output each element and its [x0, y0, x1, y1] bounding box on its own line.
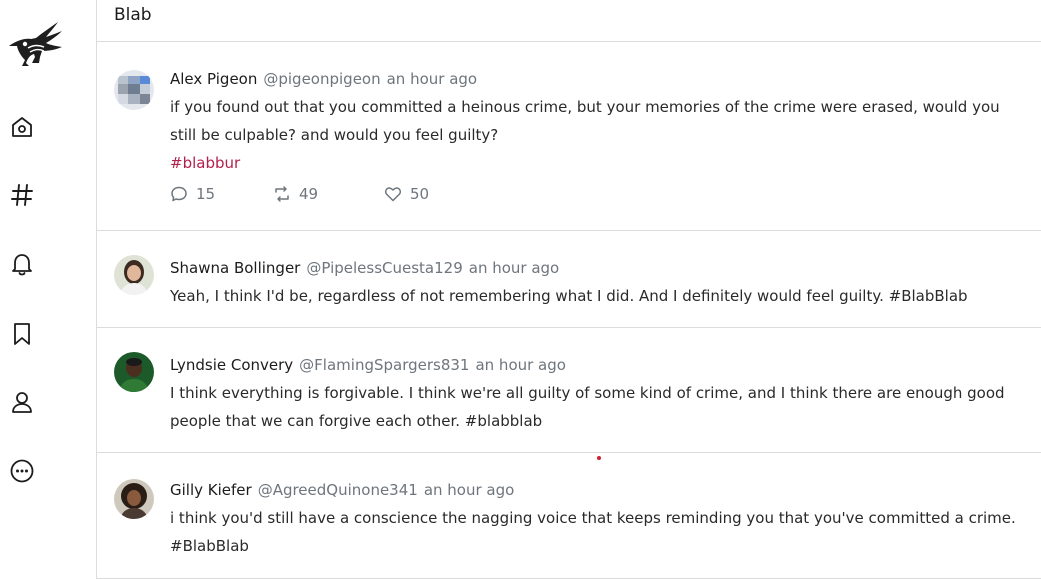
main-feed: Blab Alex Pigeon @pigeonpigeon an hour ago…: [97, 0, 1041, 579]
home-icon: [12, 117, 32, 137]
post-meta: Lyndsie Convery @FlamingSpargers831 an hou…: [170, 354, 1021, 376]
post-item[interactable]: Shawna Bollinger @PipelessCuesta129 an hou…: [97, 231, 1041, 328]
timestamp[interactable]: an hour ago: [469, 259, 559, 277]
reply-count: 15: [196, 185, 216, 203]
author-handle[interactable]: @AgreedQuinone341: [258, 481, 418, 499]
more-icon: [10, 459, 34, 483]
hashtag-icon: [11, 184, 33, 206]
post-text: i think you'd still have a conscience th…: [170, 509, 1016, 555]
avatar[interactable]: [114, 352, 154, 392]
author-name[interactable]: Gilly Kiefer: [170, 481, 252, 499]
bookmark-icon: [14, 323, 30, 345]
reply-button[interactable]: 15: [170, 185, 273, 203]
nav-notifications[interactable]: [7, 249, 37, 279]
author-handle[interactable]: @FlamingSpargers831: [299, 356, 469, 374]
author-handle[interactable]: @PipelessCuesta129: [306, 259, 462, 277]
post-actions: 15 49 50: [170, 185, 1021, 203]
post-content: Gilly Kiefer @AgreedQuinone341 an hour ago…: [170, 479, 1021, 560]
post-meta: Gilly Kiefer @AgreedQuinone341 an hour ago: [170, 479, 1021, 501]
timestamp[interactable]: an hour ago: [387, 70, 477, 88]
nav-home[interactable]: [7, 112, 37, 142]
nav-profile[interactable]: [7, 387, 37, 417]
post-content: Shawna Bollinger @PipelessCuesta129 an hou…: [170, 257, 1021, 310]
post-content: Lyndsie Convery @FlamingSpargers831 an hou…: [170, 354, 1021, 435]
reply-icon: [171, 186, 187, 202]
heart-icon: [384, 187, 402, 202]
page-title: Blab: [114, 5, 152, 25]
nav-explore[interactable]: [7, 180, 37, 210]
author-name[interactable]: Shawna Bollinger: [170, 259, 300, 277]
post-item[interactable]: Lyndsie Convery @FlamingSpargers831 an hou…: [97, 328, 1041, 453]
like-button[interactable]: 50: [384, 185, 429, 203]
post-meta: Alex Pigeon @pigeonpigeon an hour ago: [170, 68, 1021, 90]
avatar[interactable]: [114, 70, 154, 110]
timestamp[interactable]: an hour ago: [424, 481, 514, 499]
nav-bookmarks[interactable]: [7, 319, 37, 349]
like-count: 50: [410, 185, 430, 203]
header: Blab: [97, 0, 1041, 42]
user-icon: [12, 392, 32, 413]
author-name[interactable]: Lyndsie Convery: [170, 356, 293, 374]
hashtag-link[interactable]: #blabbur: [170, 149, 1021, 177]
post-item[interactable]: Alex Pigeon @pigeonpigeon an hour ago if y…: [97, 42, 1041, 231]
post-text: if you found out that you committed a he…: [170, 98, 1000, 144]
sidebar: [0, 0, 97, 579]
bell-icon: [12, 254, 32, 276]
avatar[interactable]: [114, 255, 154, 295]
repost-icon: [275, 186, 289, 202]
author-handle[interactable]: @pigeonpigeon: [263, 70, 380, 88]
timestamp[interactable]: an hour ago: [475, 356, 565, 374]
reblab-button[interactable]: 49: [273, 185, 384, 203]
post-item[interactable]: Gilly Kiefer @AgreedQuinone341 an hour ago…: [97, 453, 1041, 579]
author-name[interactable]: Alex Pigeon: [170, 70, 257, 88]
post-content: Alex Pigeon @pigeonpigeon an hour ago if y…: [170, 68, 1021, 203]
cursor-marker: [597, 456, 601, 460]
post-text: Yeah, I think I'd be, regardless of not …: [170, 287, 968, 305]
post-text: I think everything is forgivable. I thin…: [170, 384, 1005, 430]
reblab-count: 49: [299, 185, 319, 203]
post-meta: Shawna Bollinger @PipelessCuesta129 an hou…: [170, 257, 1021, 279]
avatar[interactable]: [114, 479, 154, 519]
crow-logo-icon[interactable]: [6, 20, 64, 70]
nav-more[interactable]: [7, 456, 37, 486]
